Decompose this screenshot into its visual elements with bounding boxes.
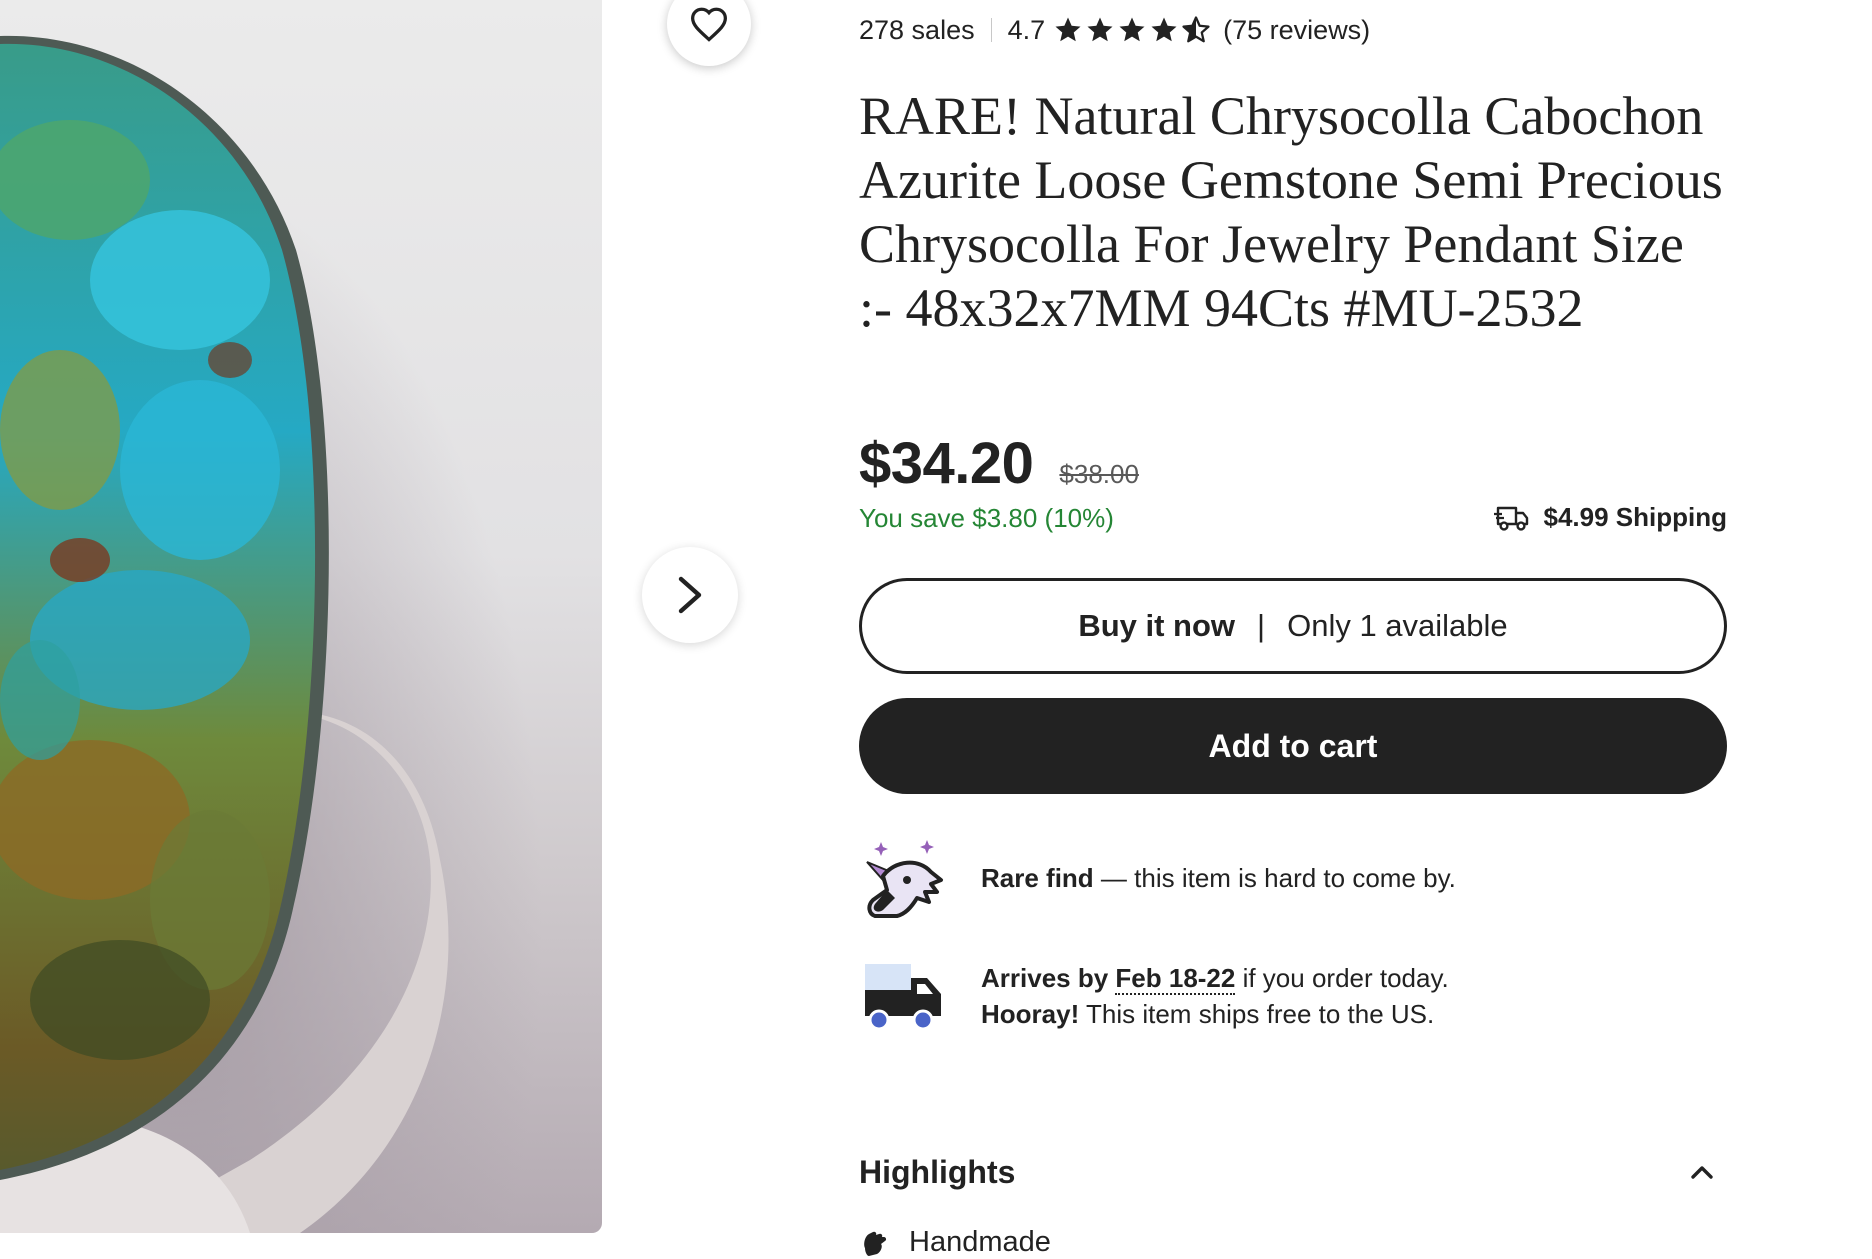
truck-icon [859, 960, 949, 1032]
highlights-heading: Highlights [859, 1153, 1016, 1190]
star-rating[interactable] [1053, 15, 1211, 45]
savings-text: You save $3.80 (10%) [859, 503, 1114, 533]
highlight-handmade: Handmade [859, 1226, 1051, 1259]
free-shipping-line: Hooray! This item ships free to the US. [981, 996, 1449, 1032]
chevron-up-icon [1691, 1166, 1713, 1179]
product-title: RARE! Natural Chrysocolla Cabochon Azuri… [859, 86, 1723, 338]
add-to-cart-label: Add to cart [1208, 727, 1378, 764]
hand-icon [859, 1228, 889, 1258]
add-to-cart-button[interactable]: Add to cart [859, 698, 1727, 794]
arrives-prefix: Arrives by [981, 963, 1116, 993]
next-image-button[interactable] [642, 547, 738, 643]
star-icon [1151, 17, 1177, 42]
sales-count: 278 sales [859, 14, 975, 45]
arrives-suffix: if you order today. [1235, 963, 1449, 993]
buy-now-separator: | [1257, 608, 1266, 643]
shipping-label: $4.99 Shipping [1543, 502, 1728, 532]
heart-icon [690, 7, 728, 42]
free-shipping-text: This item ships free to the US. [1079, 999, 1435, 1029]
current-price: $34.20 [859, 431, 1034, 496]
meta-divider [990, 18, 992, 42]
shop-meta-row: 278 sales 4.7 (75 reviews) [859, 12, 1370, 48]
arrival-line: Arrives by Feb 18-22 if you order today. [981, 960, 1449, 996]
half-star-icon [1182, 16, 1210, 43]
rare-find-label: Rare find [981, 863, 1094, 893]
star-icon [1055, 17, 1081, 42]
unicorn-icon [859, 836, 949, 920]
rating-value: 4.7 [1007, 14, 1046, 45]
delivery-truck-icon [1493, 504, 1530, 532]
gemstone-photo [0, 0, 602, 1233]
price-row: $34.20 $38.00 [859, 430, 1139, 497]
star-icon [1087, 17, 1113, 42]
shipping-cost[interactable]: $4.99 Shipping [1493, 502, 1728, 533]
rare-find-text: Rare find — this item is hard to come by… [981, 860, 1456, 896]
favorite-button[interactable] [667, 0, 751, 66]
rare-find-notice: Rare find — this item is hard to come by… [859, 836, 1456, 920]
delivery-estimate: Arrives by Feb 18-22 if you order today.… [859, 960, 1449, 1032]
rare-find-description: — this item is hard to come by. [1093, 863, 1456, 893]
product-image[interactable] [0, 0, 602, 1233]
hooray-label: Hooray! [981, 999, 1080, 1029]
original-price: $38.00 [1059, 459, 1139, 489]
highlights-toggle[interactable]: Highlights [859, 1150, 1727, 1194]
availability-label: Only 1 available [1287, 608, 1508, 643]
handmade-label: Handmade [909, 1226, 1051, 1258]
chevron-right-icon [678, 576, 702, 614]
delivery-text: Arrives by Feb 18-22 if you order today.… [981, 960, 1449, 1032]
buy-it-now-button[interactable]: Buy it now | Only 1 available [859, 578, 1727, 674]
buy-now-label: Buy it now [1078, 608, 1236, 643]
reviews-link[interactable]: (75 reviews) [1223, 15, 1370, 46]
star-icon [1119, 17, 1145, 42]
arrival-dates-link[interactable]: Feb 18-22 [1115, 963, 1236, 995]
